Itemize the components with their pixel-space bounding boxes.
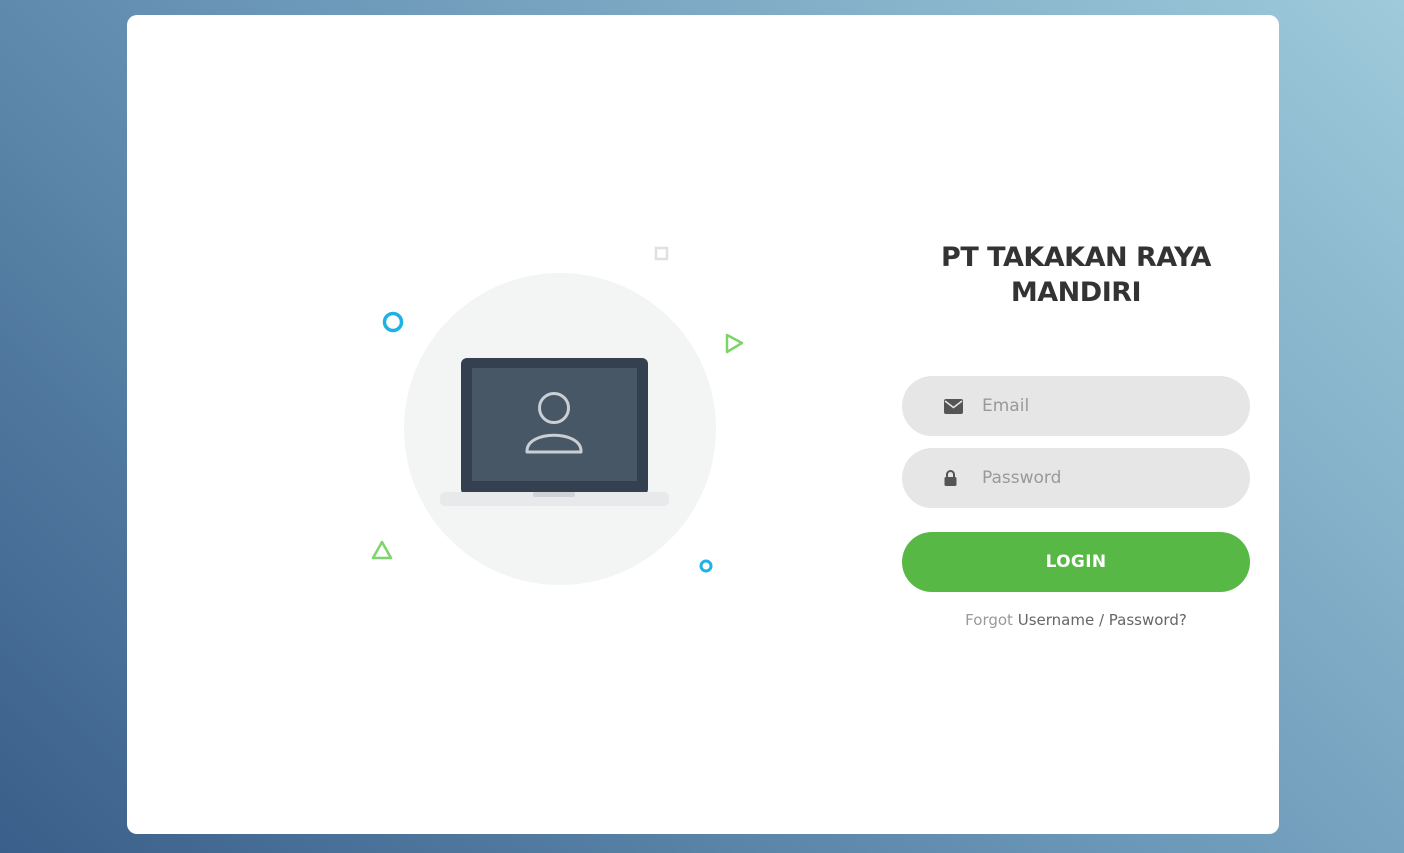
email-field[interactable] [982, 376, 1222, 436]
forgot-prefix: Forgot [965, 611, 1013, 629]
forgot-credentials: Forgot Username / Password? [902, 611, 1250, 629]
decor-square-icon [654, 246, 669, 261]
laptop-user-icon [371, 246, 744, 585]
login-card: PT TAKAKAN RAYA MANDIRI Email LOGIN Forg… [127, 15, 1279, 834]
decor-circle-large-icon [382, 311, 404, 333]
decor-circle-small-icon [699, 559, 713, 573]
laptop-screen [472, 368, 637, 481]
login-button[interactable]: LOGIN [902, 532, 1250, 592]
decor-triangle-up-icon [371, 540, 393, 560]
decor-triangle-right-icon [725, 333, 744, 354]
password-field[interactable] [982, 448, 1222, 508]
email-field-wrapper [902, 376, 1250, 436]
login-form: PT TAKAKAN RAYA MANDIRI Email LOGIN Forg… [902, 240, 1250, 629]
forgot-credentials-link[interactable]: Username / Password? [1018, 611, 1187, 629]
login-fields [902, 376, 1250, 508]
laptop-trackpad [533, 492, 575, 497]
password-field-wrapper [902, 448, 1250, 508]
envelope-icon [943, 396, 963, 416]
lock-icon [943, 468, 963, 488]
login-illustration [367, 240, 757, 600]
company-title: PT TAKAKAN RAYA MANDIRI [941, 242, 1211, 308]
